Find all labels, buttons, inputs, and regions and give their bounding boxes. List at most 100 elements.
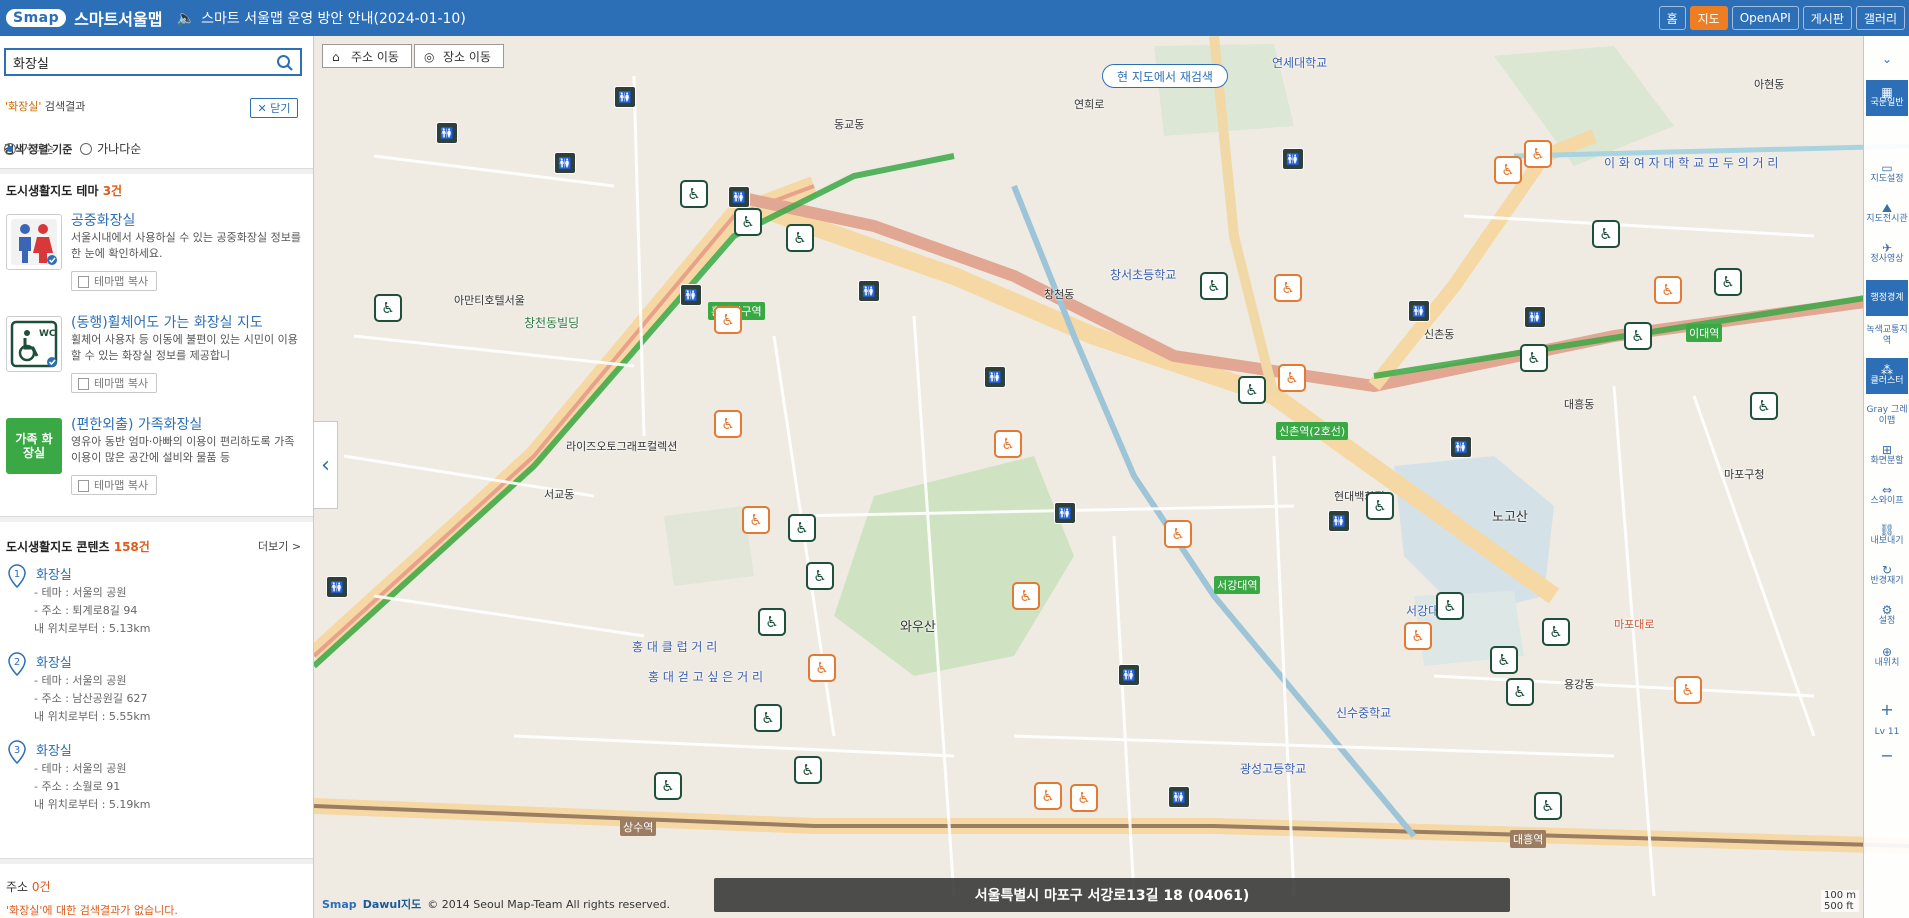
public-toilet-marker[interactable]: 🚻 [1168, 786, 1190, 808]
station-label[interactable]: 신촌역(2호선) [1276, 422, 1349, 440]
family-toilet-marker[interactable]: ♿ [1012, 582, 1040, 610]
public-toilet-marker[interactable]: 🚻 [1282, 148, 1304, 170]
place-move-button[interactable]: ◎ 장소 이동 [413, 44, 504, 68]
close-results-button[interactable]: ✕ 닫기 [250, 98, 298, 118]
search-input[interactable] [6, 50, 266, 74]
nav-openapi[interactable]: OpenAPI [1731, 6, 1799, 30]
wheelchair-toilet-marker[interactable]: ♿ [1366, 492, 1394, 520]
family-toilet-marker[interactable]: ♿ [1654, 276, 1682, 304]
notice-banner[interactable]: 🔈 스마트 서울맵 운영 방안 안내(2024-01-10) [176, 8, 465, 28]
wheelchair-toilet-marker[interactable]: ♿ [1200, 272, 1228, 300]
theme-title[interactable]: (동행)휠체어도 가는 화장실 지도 [71, 312, 263, 332]
family-toilet-marker[interactable]: ♿ [1524, 140, 1552, 168]
result-item[interactable]: 3 화장실 - 테마 : 서울의 공원 - 주소 : 소월로 91 내 위치로부… [8, 740, 308, 824]
family-toilet-marker[interactable]: ♿ [1070, 784, 1098, 812]
map-settings-button[interactable]: ▭ 지도설정 [1866, 156, 1908, 192]
nav-home[interactable]: 홈 [1658, 6, 1686, 30]
public-toilet-marker[interactable]: 🚻 [1450, 436, 1472, 458]
station-label[interactable]: 대흥역 [1510, 830, 1547, 848]
export-button[interactable]: ⛓ 내보내기 [1866, 518, 1908, 554]
nav-board[interactable]: 게시판 [1802, 6, 1852, 30]
public-toilet-marker[interactable]: 🚻 [1408, 300, 1430, 322]
radio-alphabet[interactable] [80, 142, 93, 155]
aerial-button[interactable]: ✈ 정사영상 [1866, 236, 1908, 272]
wheelchair-toilet-marker[interactable]: ♿ [374, 294, 402, 322]
radio-distance[interactable] [4, 142, 16, 155]
cluster-button[interactable]: ⁂ 클러스터 [1866, 358, 1908, 394]
gray-map-button[interactable]: Gray 그레이맵 [1866, 398, 1908, 434]
family-toilet-marker[interactable]: ♿ [994, 430, 1022, 458]
wheelchair-toilet-marker[interactable]: ♿ [786, 224, 814, 252]
theme-item-family-toilet[interactable]: 가족 화장실 (편한외출) 가족화장실 영유아 동반 엄마·아빠의 이용이 편리… [6, 414, 306, 510]
public-toilet-marker[interactable]: 🚻 [326, 576, 348, 598]
theme-item-public-toilet[interactable]: 공중화장실 서울시내에서 사용하실 수 있는 공중화장실 정보를 한 눈에 확인… [6, 210, 306, 306]
public-toilet-marker[interactable]: 🚻 [1328, 510, 1350, 532]
theme-copy-button[interactable]: 테마맵 복사 [71, 475, 158, 495]
wheelchair-toilet-marker[interactable]: ♿ [1506, 678, 1534, 706]
app-logo[interactable]: Smap 스마트서울맵 [6, 6, 162, 30]
more-link[interactable]: 더보기 > [258, 538, 301, 554]
result-title[interactable]: 화장실 [36, 652, 72, 671]
result-title[interactable]: 화장실 [36, 564, 72, 583]
public-toilet-marker[interactable]: 🚻 [436, 122, 458, 144]
wheelchair-toilet-marker[interactable]: ♿ [1750, 392, 1778, 420]
wheelchair-toilet-marker[interactable]: ♿ [1534, 792, 1562, 820]
family-toilet-marker[interactable]: ♿ [1164, 520, 1192, 548]
wheelchair-toilet-marker[interactable]: ♿ [1592, 220, 1620, 248]
public-toilet-marker[interactable]: 🚻 [1524, 306, 1546, 328]
station-label[interactable]: 이대역 [1686, 324, 1723, 342]
family-toilet-marker[interactable]: ♿ [808, 654, 836, 682]
wheelchair-toilet-marker[interactable]: ♿ [1624, 322, 1652, 350]
wheelchair-toilet-marker[interactable]: ♿ [794, 756, 822, 784]
settings-button[interactable]: ⚙ 설정 [1866, 598, 1908, 634]
address-move-button[interactable]: ⌂ 주소 이동 [322, 44, 412, 68]
public-toilet-marker[interactable]: 🚻 [1054, 502, 1076, 524]
map-canvas[interactable]: 창천동빌딩 홍대입구역 신촌역(2호선) 이대역 서강대역 와우산 노고산 홍 … [314, 36, 1909, 918]
basemap-button[interactable]: ▦ 국문일반 [1866, 80, 1908, 116]
family-toilet-marker[interactable]: ♿ [1034, 782, 1062, 810]
public-toilet-marker[interactable]: 🚻 [984, 366, 1006, 388]
family-toilet-marker[interactable]: ♿ [714, 306, 742, 334]
wheelchair-toilet-marker[interactable]: ♿ [788, 514, 816, 542]
admin-boundary-button[interactable]: 행정경계 [1866, 280, 1908, 316]
public-toilet-marker[interactable]: 🚻 [728, 186, 750, 208]
family-toilet-marker[interactable]: ♿ [1674, 676, 1702, 704]
station-label[interactable]: 상수역 [620, 818, 657, 836]
my-location-button[interactable]: ⊕ 내위치 [1866, 636, 1908, 680]
public-toilet-marker[interactable]: 🚻 [614, 86, 636, 108]
collapse-toolbar-button[interactable]: ⌄ [1866, 46, 1908, 72]
wheelchair-toilet-marker[interactable]: ♿ [1238, 376, 1266, 404]
result-item[interactable]: 1 화장실 - 테마 : 서울의 공원 - 주소 : 퇴계로8길 94 내 위치… [8, 564, 308, 648]
wheelchair-toilet-marker[interactable]: ♿ [654, 772, 682, 800]
green-traffic-button[interactable]: 녹색교통지역 [1866, 318, 1908, 354]
public-toilet-marker[interactable]: 🚻 [858, 280, 880, 302]
wheelchair-toilet-marker[interactable]: ♿ [734, 208, 762, 236]
map-gallery-button[interactable]: ⛰ 지도전시관 [1866, 196, 1908, 232]
search-icon[interactable] [276, 54, 294, 72]
theme-item-wheelchair-toilet[interactable]: WC (동행)휠체어도 가는 화장실 지도 휠체어 사용자 등 이동에 불편이 … [6, 312, 306, 408]
research-here-button[interactable]: 현 지도에서 재검색 [1102, 64, 1228, 88]
family-toilet-marker[interactable]: ♿ [1404, 622, 1432, 650]
public-toilet-marker[interactable]: 🚻 [1118, 664, 1140, 686]
family-toilet-marker[interactable]: ♿ [1278, 364, 1306, 392]
zoom-in-button[interactable]: + [1866, 696, 1908, 722]
public-toilet-marker[interactable]: 🚻 [554, 152, 576, 174]
public-toilet-marker[interactable]: 🚻 [680, 284, 702, 306]
swipe-button[interactable]: ⇔ 스와이프 [1866, 478, 1908, 514]
wheelchair-toilet-marker[interactable]: ♿ [1436, 592, 1464, 620]
zoom-out-button[interactable]: − [1866, 742, 1908, 768]
wheelchair-toilet-marker[interactable]: ♿ [754, 704, 782, 732]
wheelchair-toilet-marker[interactable]: ♿ [1714, 268, 1742, 296]
wheelchair-toilet-marker[interactable]: ♿ [1520, 344, 1548, 372]
wheelchair-toilet-marker[interactable]: ♿ [806, 562, 834, 590]
theme-copy-button[interactable]: 테마맵 복사 [71, 271, 158, 291]
theme-title[interactable]: 공중화장실 [71, 210, 135, 230]
radius-button[interactable]: ↻ 반경재기 [1866, 558, 1908, 594]
split-screen-button[interactable]: ⊞ 화면분할 [1866, 438, 1908, 474]
family-toilet-marker[interactable]: ♿ [1494, 156, 1522, 184]
result-item[interactable]: 2 화장실 - 테마 : 서울의 공원 - 주소 : 남산공원길 627 내 위… [8, 652, 308, 736]
nav-map[interactable]: 지도 [1689, 6, 1728, 30]
wheelchair-toilet-marker[interactable]: ♿ [1490, 646, 1518, 674]
sort-by-alphabet[interactable]: 가나다순 [80, 140, 141, 157]
theme-copy-button[interactable]: 테마맵 복사 [71, 373, 158, 393]
